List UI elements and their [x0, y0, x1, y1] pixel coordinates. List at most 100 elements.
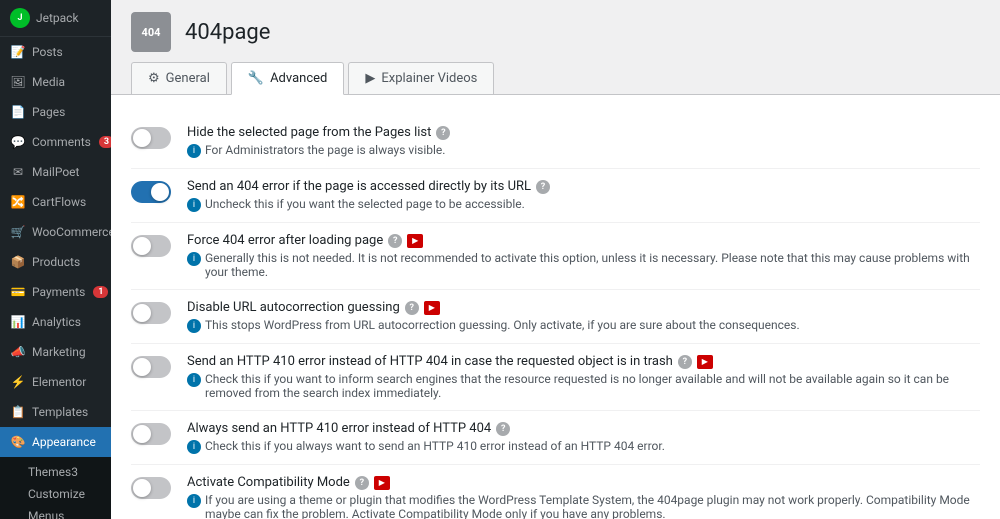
question-icon-hide-page[interactable]: ?	[436, 126, 450, 140]
comments-icon: 💬	[10, 134, 26, 150]
sidebar-item-mailpoet[interactable]: ✉MailPoet	[0, 157, 111, 187]
sidebar-brand[interactable]: J Jetpack	[0, 0, 111, 37]
sidebar-label: Comments	[32, 135, 91, 149]
info-icon-hide-page: i	[187, 144, 201, 158]
toggle-http-410-always[interactable]	[131, 423, 171, 445]
help-text-compatibility-mode: If you are using a theme or plugin that …	[205, 493, 980, 519]
tab-general[interactable]: ⚙ General	[131, 62, 227, 94]
brand-label: Jetpack	[36, 11, 79, 25]
main-content: 404 404page ⚙ General 🔧Advanced ▶ Explainer …	[111, 0, 1000, 519]
video-btn-compatibility-mode[interactable]: ▶	[374, 476, 390, 490]
help-text-disable-url-autocorrection: This stops WordPress from URL autocorrec…	[205, 318, 800, 332]
sidebar-item-products[interactable]: 📦 Products	[0, 247, 111, 277]
sub-item-customize[interactable]: Customize	[18, 483, 111, 505]
page-title: 404page	[185, 20, 270, 45]
sub-item-themes[interactable]: Themes3	[18, 461, 111, 483]
info-icon-http-410-always: i	[187, 440, 201, 454]
toggle-compatibility-mode[interactable]	[131, 477, 171, 499]
toggle-text-force-404-after-loading: Force 404 error after loading page?▶iGen…	[187, 233, 980, 279]
toggle-help-disable-url-autocorrection: i This stops WordPress from URL autocorre…	[187, 318, 980, 333]
sidebar-label: Pages	[32, 105, 65, 119]
info-icon-send-404-error: i	[187, 198, 201, 212]
toggle-label-http-410-trash: Send an HTTP 410 error instead of HTTP 4…	[187, 354, 980, 369]
sidebar-label: MailPoet	[32, 165, 79, 179]
jetpack-icon: J	[10, 8, 30, 28]
products-icon: 📦	[10, 254, 26, 270]
tab-explainer-videos[interactable]: ▶ Explainer Videos	[348, 62, 494, 94]
info-icon-force-404-after-loading: i	[187, 252, 201, 266]
toggle-help-force-404-after-loading: i Generally this is not needed. It is not…	[187, 251, 980, 279]
badge-themes: 3	[71, 465, 78, 479]
help-text-force-404-after-loading: Generally this is not needed. It is not …	[205, 251, 980, 279]
sidebar-item-media[interactable]: 🖼 Media	[0, 67, 111, 97]
sidebar-label: Payments	[32, 285, 85, 299]
explainer-videos-tab-icon: ▶	[365, 71, 375, 86]
toggle-row-compatibility-mode: Activate Compatibility Mode?▶iIf you are…	[131, 465, 980, 519]
question-icon-force-404-after-loading[interactable]: ?	[388, 234, 402, 248]
appearance-icon: 🎨	[10, 434, 26, 450]
general-tab-label: General	[166, 71, 210, 86]
toggle-text-disable-url-autocorrection: Disable URL autocorrection guessing?▶iTh…	[187, 300, 980, 333]
sidebar-item-appearance[interactable]: 🎨Appearance	[0, 427, 111, 457]
general-tab-icon: ⚙	[148, 71, 160, 86]
sidebar-item-pages[interactable]: 📄 Pages	[0, 97, 111, 127]
sidebar-label: Marketing	[32, 345, 86, 359]
toggle-force-404-after-loading[interactable]	[131, 235, 171, 257]
toggle-help-hide-page: iFor Administrators the page is always v…	[187, 143, 980, 158]
sidebar-label: Media	[32, 75, 65, 89]
media-icon: 🖼	[10, 74, 26, 90]
sidebar-label: Posts	[32, 45, 63, 59]
sidebar-item-marketing[interactable]: 📣 Marketing	[0, 337, 111, 367]
toggle-row-http-410-trash: Send an HTTP 410 error instead of HTTP 4…	[131, 344, 980, 411]
toggle-help-http-410-always: iCheck this if you always want to send a…	[187, 439, 980, 454]
toggle-row-disable-url-autocorrection: Disable URL autocorrection guessing?▶iTh…	[131, 290, 980, 344]
marketing-icon: 📣	[10, 344, 26, 360]
sidebar-item-woocommerce[interactable]: 🛒WooCommerce	[0, 217, 111, 247]
question-icon-compatibility-mode[interactable]: ?	[355, 476, 369, 490]
tab-advanced[interactable]: 🔧Advanced	[231, 62, 344, 95]
appearance-submenu: Themes3CustomizeMenus404 Error PageTheme…	[0, 457, 111, 519]
toggle-help-compatibility-mode: iIf you are using a theme or plugin that…	[187, 493, 980, 519]
explainer-videos-tab-label: Explainer Videos	[381, 71, 477, 86]
toggle-row-send-404-error: Send an 404 error if the page is accesse…	[131, 169, 980, 223]
sidebar-item-elementor[interactable]: ⚡Elementor	[0, 367, 111, 397]
sidebar-item-posts[interactable]: 📝Posts	[0, 37, 111, 67]
cartflows-icon: 🔀	[10, 194, 26, 210]
info-icon-disable-url-autocorrection: i	[187, 319, 201, 333]
sidebar-item-payments[interactable]: 💳 Payments 1	[0, 277, 111, 307]
question-icon-http-410-trash[interactable]: ?	[678, 355, 692, 369]
payments-icon: 💳	[10, 284, 26, 300]
video-btn-force-404-after-loading[interactable]: ▶	[407, 234, 423, 248]
badge-payments: 1	[93, 286, 108, 298]
templates-icon: 📋	[10, 404, 26, 420]
sidebar-item-analytics[interactable]: 📊Analytics	[0, 307, 111, 337]
toggle-label-send-404-error: Send an 404 error if the page is accesse…	[187, 179, 980, 194]
toggle-row-force-404-after-loading: Force 404 error after loading page?▶iGen…	[131, 223, 980, 290]
sidebar-item-comments[interactable]: 💬 Comments 3	[0, 127, 111, 157]
sidebar-item-cartflows[interactable]: 🔀CartFlows	[0, 187, 111, 217]
badge-comments: 3	[99, 136, 111, 148]
pages-icon: 📄	[10, 104, 26, 120]
toggle-disable-url-autocorrection[interactable]	[131, 302, 171, 324]
sidebar-label: WooCommerce	[32, 225, 111, 239]
video-btn-disable-url-autocorrection[interactable]: ▶	[424, 301, 440, 315]
question-icon-disable-url-autocorrection[interactable]: ?	[405, 301, 419, 315]
page-header: 404 404page	[111, 0, 1000, 52]
toggle-text-send-404-error: Send an 404 error if the page is accesse…	[187, 179, 980, 212]
toggle-help-send-404-error: iUncheck this if you want the selected p…	[187, 197, 980, 212]
question-icon-http-410-always[interactable]: ?	[496, 422, 510, 436]
toggle-label-compatibility-mode: Activate Compatibility Mode?▶	[187, 475, 980, 490]
sidebar-label: Products	[32, 255, 80, 269]
advanced-tab-icon: 🔧	[248, 71, 264, 86]
question-icon-send-404-error[interactable]: ?	[536, 180, 550, 194]
sidebar-label: Templates	[32, 405, 88, 419]
toggle-send-404-error[interactable]	[131, 181, 171, 203]
sidebar-item-templates[interactable]: 📋 Templates	[0, 397, 111, 427]
sidebar: J Jetpack 📝Posts 🖼 Media 📄 Pages 💬 Comments 3 ✉M…	[0, 0, 111, 519]
video-btn-http-410-trash[interactable]: ▶	[697, 355, 713, 369]
toggle-label-http-410-always: Always send an HTTP 410 error instead of…	[187, 421, 980, 436]
toggle-help-http-410-trash: iCheck this if you want to inform search…	[187, 372, 980, 400]
toggle-hide-page[interactable]	[131, 127, 171, 149]
toggle-http-410-trash[interactable]	[131, 356, 171, 378]
sub-item-menus[interactable]: Menus	[18, 505, 111, 519]
